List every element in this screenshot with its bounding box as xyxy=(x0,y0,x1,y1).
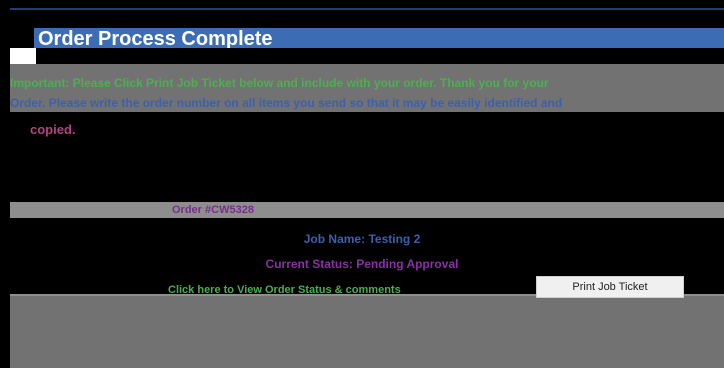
job-name: Job Name: Testing 2 xyxy=(0,232,724,246)
job-name-label: Job Name: xyxy=(303,232,366,246)
print-job-ticket-button[interactable]: Print Job Ticket xyxy=(536,276,684,298)
job-name-value: Testing 2 xyxy=(368,232,421,246)
view-order-status-link[interactable]: Click here to View Order Status & commen… xyxy=(168,284,401,296)
header-cap xyxy=(10,48,36,64)
order-number: Order #CW5328 xyxy=(172,204,254,216)
message-line-3: copied. xyxy=(30,122,76,137)
top-rule xyxy=(10,8,724,10)
order-number-row: Order #CW5328 xyxy=(10,202,724,218)
status-value: Pending Approval xyxy=(356,257,459,271)
status-label: Current Status: xyxy=(265,257,353,271)
current-status: Current Status: Pending Approval xyxy=(0,257,724,271)
bottom-panel xyxy=(10,296,724,368)
message-line-1: Important: Please Click Print Job Ticket… xyxy=(10,76,549,90)
message-line-2: Order. Please write the order number on … xyxy=(10,96,563,110)
order-value: CW5328 xyxy=(211,204,254,216)
order-label: Order # xyxy=(172,204,212,216)
page-header: Order Process Complete xyxy=(34,28,724,48)
page-title: Order Process Complete xyxy=(38,28,273,48)
